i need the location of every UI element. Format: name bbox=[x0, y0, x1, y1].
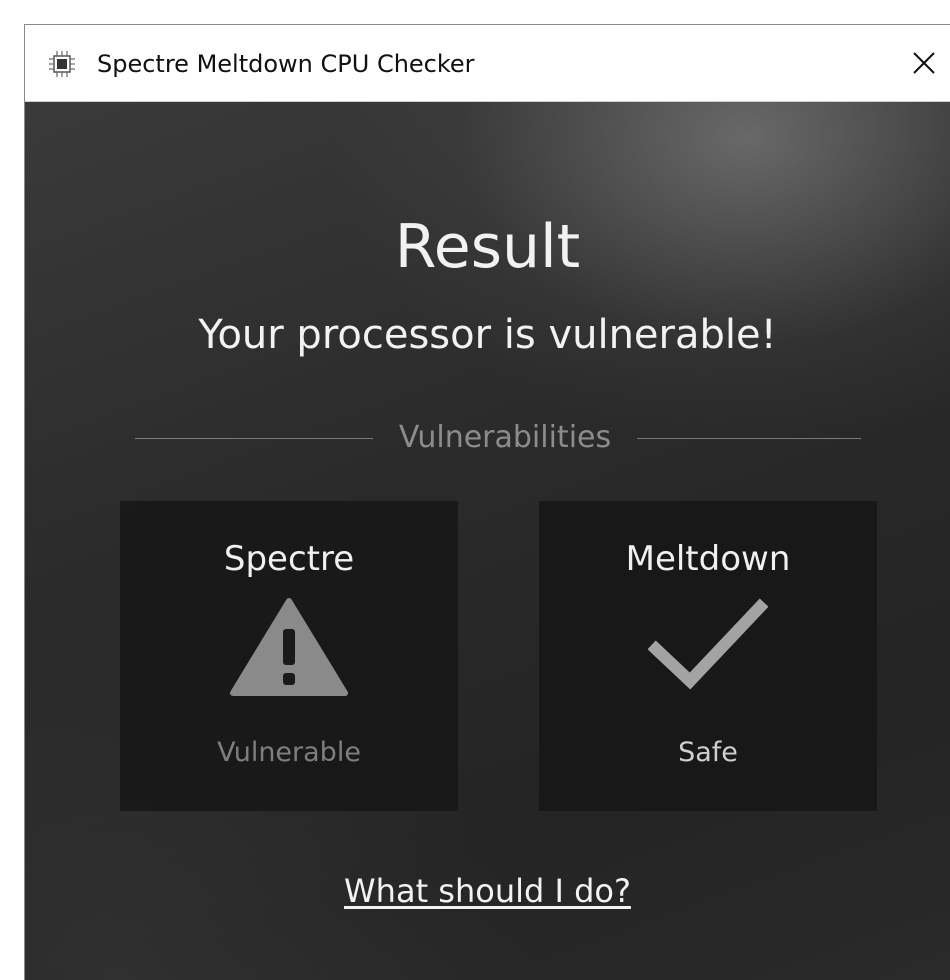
meltdown-title: Meltdown bbox=[625, 539, 791, 579]
close-button[interactable] bbox=[898, 25, 950, 101]
window-title: Spectre Meltdown CPU Checker bbox=[97, 50, 475, 78]
warning-triangle-icon bbox=[230, 598, 348, 696]
meltdown-status: Safe bbox=[678, 737, 738, 768]
meltdown-card: Meltdown Safe bbox=[539, 501, 877, 811]
spectre-title: Spectre bbox=[223, 539, 355, 579]
spectre-status: Vulnerable bbox=[217, 737, 361, 768]
checkmark-icon bbox=[648, 598, 768, 690]
status-message: Your processor is vulnerable! bbox=[198, 312, 777, 358]
app-window: Spectre Meltdown CPU Checker Result Your… bbox=[24, 24, 950, 980]
spectre-card: Spectre Vulnerable bbox=[120, 501, 458, 811]
section-label: Vulnerabilities bbox=[398, 420, 612, 455]
title-bar[interactable]: Spectre Meltdown CPU Checker bbox=[25, 25, 950, 102]
cpu-chip-icon bbox=[49, 51, 75, 77]
close-icon bbox=[913, 52, 935, 74]
page-title: Result bbox=[394, 212, 581, 282]
divider-right bbox=[637, 438, 861, 439]
what-should-i-do-link[interactable]: What should I do? bbox=[25, 870, 950, 912]
result-panel: Result Your processor is vulnerable! Vul… bbox=[25, 102, 950, 980]
divider-left bbox=[135, 438, 373, 439]
